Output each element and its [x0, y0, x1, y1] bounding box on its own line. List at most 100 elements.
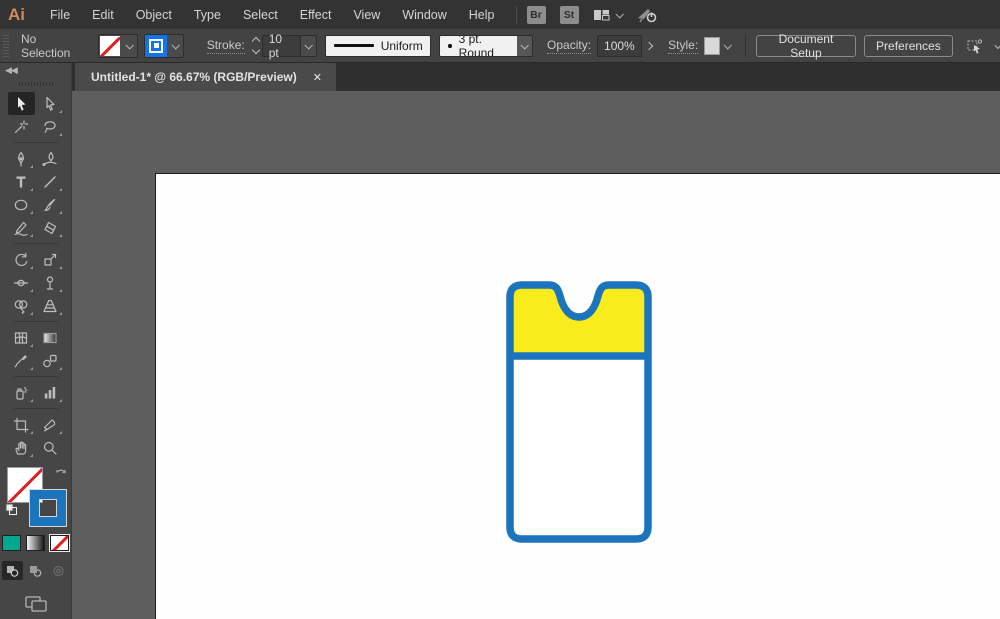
divider	[745, 35, 746, 57]
opacity-expand-button[interactable]	[642, 35, 656, 57]
tab-close-icon[interactable]: ✕	[311, 69, 324, 86]
symbol-sprayer-tool[interactable]	[8, 381, 35, 404]
workspace-chevron-icon[interactable]	[615, 10, 623, 18]
lasso-tool[interactable]	[37, 115, 64, 138]
menu-effect[interactable]: Effect	[289, 0, 343, 29]
bridge-button[interactable]: Br	[527, 6, 546, 24]
chevron-down-icon	[172, 41, 180, 49]
stroke-weight-field[interactable]: 10 pt	[262, 35, 302, 57]
mesh-tool[interactable]	[8, 326, 35, 349]
fill-color-dropdown[interactable]	[98, 34, 138, 58]
divider	[14, 321, 58, 322]
none-button[interactable]	[50, 535, 69, 551]
style-dropdown[interactable]	[720, 35, 735, 57]
fill-stroke-proxy	[5, 467, 67, 525]
stroke-weight-dropdown[interactable]	[301, 35, 316, 57]
type-tool[interactable]	[8, 170, 35, 193]
document-title: Untitled-1* @ 66.67% (RGB/Preview)	[91, 70, 297, 84]
divider	[14, 243, 58, 244]
fill-none-swatch[interactable]	[100, 36, 120, 56]
magic-wand-tool[interactable]	[8, 115, 35, 138]
artboard-tool[interactable]	[8, 413, 35, 436]
divider	[14, 376, 58, 377]
divider	[14, 408, 58, 409]
color-button[interactable]	[2, 535, 21, 551]
direct-selection-tool[interactable]	[37, 92, 64, 115]
brush-definition-dropdown[interactable]: 3 pt. Round	[439, 35, 532, 57]
width-tool[interactable]	[8, 271, 35, 294]
draw-normal-button[interactable]	[2, 561, 23, 580]
rotate-tool[interactable]	[8, 248, 35, 271]
menu-type[interactable]: Type	[183, 0, 232, 29]
brush-preview-dot	[448, 44, 451, 48]
shaper-tool[interactable]	[8, 216, 35, 239]
drawing-mode-buttons	[2, 561, 69, 580]
collapse-panel-icon[interactable]: ◀◀	[0, 63, 71, 78]
divider	[14, 142, 58, 143]
opacity-panel-link[interactable]: Opacity:	[547, 38, 591, 54]
gradient-tool[interactable]	[37, 326, 64, 349]
gpu-performance-icon[interactable]	[636, 6, 658, 24]
stroke-color-dropdown[interactable]	[144, 34, 184, 58]
menu-bar: Ai File Edit Object Type Select Effect V…	[0, 0, 1000, 29]
chevron-down-icon	[126, 41, 134, 49]
menu-window[interactable]: Window	[391, 0, 457, 29]
stroke-profile-preview	[334, 44, 374, 47]
menu-view[interactable]: View	[342, 0, 391, 29]
width-profile-dropdown[interactable]: Uniform	[325, 35, 432, 57]
stroke-panel-link[interactable]: Stroke:	[207, 38, 245, 54]
screen-mode-icon[interactable]	[23, 594, 49, 619]
menu-edit[interactable]: Edit	[81, 0, 125, 29]
column-graph-tool[interactable]	[37, 381, 64, 404]
puppet-warp-tool[interactable]	[37, 271, 64, 294]
menu-file[interactable]: File	[39, 0, 81, 29]
preferences-button[interactable]: Preferences	[864, 35, 953, 57]
illustrator-logo: Ai	[8, 5, 25, 25]
draw-inside-button[interactable]	[48, 561, 69, 580]
stock-button[interactable]: St	[560, 6, 579, 24]
ellipse-tool[interactable]	[8, 193, 35, 216]
panel-grip[interactable]	[3, 35, 9, 57]
brush-definition-value: 3 pt. Round	[459, 35, 509, 57]
blend-tool[interactable]	[37, 349, 64, 372]
stroke-weight-stepper[interactable]	[253, 38, 259, 53]
hand-tool[interactable]	[8, 436, 35, 459]
shape-builder-tool[interactable]	[8, 294, 35, 317]
pen-tool[interactable]	[8, 147, 35, 170]
menu-help[interactable]: Help	[458, 0, 506, 29]
select-similar-icon[interactable]	[965, 38, 985, 54]
line-segment-tool[interactable]	[37, 170, 64, 193]
notched-shape[interactable]	[505, 280, 653, 544]
zoom-tool[interactable]	[37, 436, 64, 459]
document-tab-bar: Untitled-1* @ 66.67% (RGB/Preview) ✕	[72, 63, 1000, 91]
control-bar: No Selection Stroke: 10 pt Uniform 3 pt.…	[0, 29, 1000, 63]
canvas-pasteboard[interactable]	[72, 91, 1000, 619]
stroke-color-swatch[interactable]	[145, 35, 167, 57]
scale-tool[interactable]	[37, 248, 64, 271]
draw-behind-button[interactable]	[25, 561, 46, 580]
menu-select[interactable]: Select	[232, 0, 289, 29]
stroke-proxy-blue[interactable]	[29, 489, 67, 527]
default-fill-stroke-icon[interactable]	[5, 503, 18, 521]
menu-object[interactable]: Object	[125, 0, 183, 29]
curvature-tool[interactable]	[37, 147, 64, 170]
chevron-down-icon	[521, 41, 529, 49]
selection-tool[interactable]	[8, 92, 35, 115]
document-tab[interactable]: Untitled-1* @ 66.67% (RGB/Preview) ✕	[75, 63, 336, 91]
slice-tool[interactable]	[37, 413, 64, 436]
workspace-switcher-icon[interactable]	[593, 8, 610, 22]
style-swatch[interactable]	[704, 37, 720, 55]
opacity-field[interactable]: 100%	[597, 35, 642, 57]
eraser-tool[interactable]	[37, 216, 64, 239]
select-similar-chevron-icon[interactable]	[994, 41, 1000, 49]
gradient-button[interactable]	[26, 535, 45, 551]
style-panel-link[interactable]: Style:	[668, 38, 698, 54]
document-setup-button[interactable]: Document Setup	[756, 35, 856, 57]
swap-fill-stroke-icon[interactable]	[55, 467, 67, 485]
eyedropper-tool[interactable]	[8, 349, 35, 372]
toolbar-grip[interactable]	[19, 82, 53, 87]
chevron-down-icon	[430, 41, 431, 49]
paintbrush-tool[interactable]	[37, 193, 64, 216]
menu-separator	[516, 6, 517, 24]
perspective-grid-tool[interactable]	[37, 294, 64, 317]
